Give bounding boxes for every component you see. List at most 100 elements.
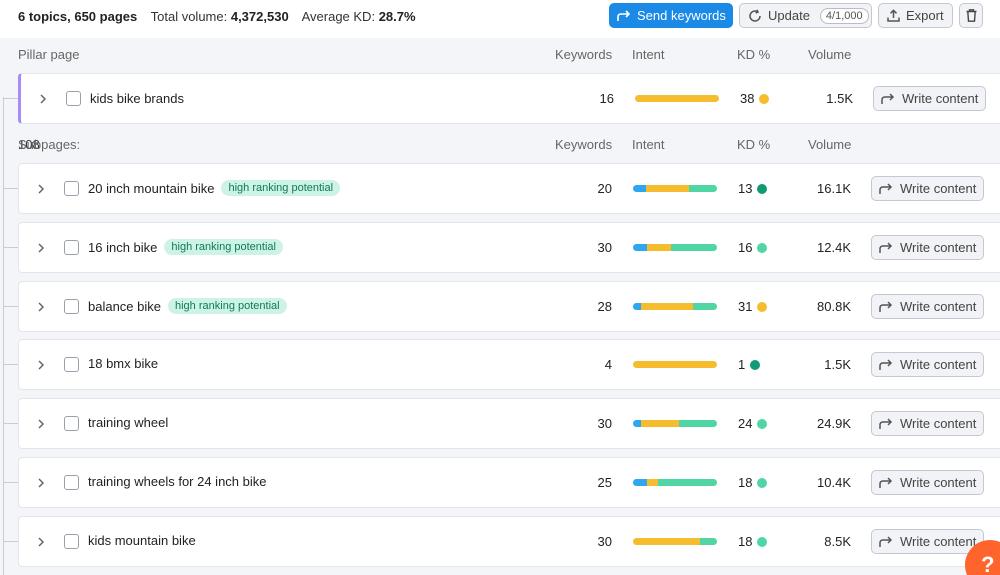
upload-icon — [887, 9, 900, 22]
chevron-right-icon[interactable] — [36, 300, 46, 314]
keyword-text: training wheels for 24 inch bike — [88, 474, 267, 489]
intent-bar — [633, 303, 717, 310]
chevron-right-icon[interactable] — [36, 476, 46, 490]
total-volume-label: Total volume: — [150, 9, 228, 24]
write-content-button[interactable]: Write content — [871, 352, 984, 377]
intent-bar — [633, 420, 717, 427]
chevron-right-icon[interactable] — [36, 417, 46, 431]
subpage-row[interactable]: 16 inch bike high ranking potential 30 16 12… — [18, 222, 1000, 273]
write-content-button[interactable]: Write content — [873, 86, 986, 111]
write-content-button[interactable]: Write content — [871, 470, 984, 495]
subpage-row[interactable]: training wheel 30 24 24.9K Write content — [18, 398, 1000, 449]
write-content-button[interactable]: Write content — [871, 235, 984, 260]
export-button[interactable]: Export — [878, 3, 953, 28]
keyword-text: kids mountain bike — [88, 533, 196, 548]
kd-value: 18 — [738, 534, 768, 549]
chevron-right-icon[interactable] — [38, 92, 48, 106]
average-kd-value: 28.7% — [378, 9, 416, 24]
volume-column-header[interactable]: Volume — [808, 47, 851, 62]
kd-difficulty-dot — [757, 418, 768, 429]
keywords-count: 16 — [599, 91, 614, 106]
share-arrow-icon — [617, 9, 631, 21]
chevron-right-icon[interactable] — [36, 182, 46, 196]
kd-value: 18 — [738, 475, 768, 490]
kd-difficulty-dot — [757, 301, 768, 312]
kd-difficulty-dot — [757, 477, 768, 488]
intent-segment — [658, 479, 717, 486]
tree-branch — [3, 306, 18, 307]
row-checkbox[interactable] — [64, 357, 79, 372]
chevron-right-icon[interactable] — [36, 241, 46, 255]
summary-stats: 6 topics, 650 pages Total volume: 4,372,… — [18, 9, 416, 24]
tree-branch — [3, 423, 18, 424]
row-checkbox[interactable] — [64, 299, 79, 314]
intent-segment — [692, 303, 717, 310]
refresh-icon — [749, 9, 761, 22]
kd-difficulty-dot — [750, 359, 761, 370]
chevron-right-icon[interactable] — [36, 358, 46, 372]
update-button[interactable]: Update 4/1,000 — [739, 3, 872, 28]
tree-branch — [3, 247, 18, 248]
export-label: Export — [906, 8, 944, 23]
kd-number: 18 — [738, 475, 753, 490]
keyword-label: 20 inch mountain bike high ranking potent… — [88, 180, 341, 196]
subpage-row[interactable]: training wheels for 24 inch bike 25 18 10.4… — [18, 457, 1000, 508]
write-content-label: Write content — [900, 416, 977, 431]
intent-column-header[interactable]: Intent — [632, 137, 665, 152]
intent-bar — [633, 538, 717, 545]
delete-button[interactable] — [959, 3, 983, 28]
keywords-count: 30 — [597, 534, 612, 549]
kd-number: 16 — [738, 240, 753, 255]
row-checkbox[interactable] — [66, 91, 81, 106]
share-arrow-icon — [879, 300, 893, 312]
intent-segment — [640, 303, 693, 310]
subpage-row[interactable]: balance bike high ranking potential 28 31 80… — [18, 281, 1000, 332]
keyword-label: 16 inch bike high ranking potential — [88, 239, 283, 255]
write-content-button[interactable]: Write content — [871, 529, 984, 554]
tree-connector — [3, 97, 4, 575]
share-arrow-icon — [879, 358, 893, 370]
kd-number: 13 — [738, 181, 753, 196]
subpage-row[interactable]: 20 inch mountain bike high ranking potent… — [18, 163, 1000, 214]
write-content-button[interactable]: Write content — [871, 294, 984, 319]
kd-column-header[interactable]: KD % — [737, 47, 770, 62]
write-content-button[interactable]: Write content — [871, 411, 984, 436]
intent-column-header[interactable]: Intent — [632, 47, 665, 62]
send-keywords-button[interactable]: Send keywords — [609, 3, 733, 28]
intent-segment — [633, 479, 648, 486]
subpages-table-header: Subpages: 108 Keywords Intent KD % Volum… — [18, 137, 1000, 157]
volume-value: 1.5K — [826, 91, 853, 106]
tree-branch — [3, 98, 18, 99]
intent-segment — [633, 303, 641, 310]
row-checkbox[interactable] — [64, 181, 79, 196]
subpages-heading: Subpages: 108 — [18, 137, 80, 152]
subpage-row[interactable]: 18 bmx bike 4 1 1.5K Write content — [18, 339, 1000, 390]
intent-segment — [635, 95, 719, 102]
keyword-label: training wheels for 24 inch bike — [88, 474, 267, 489]
kd-value: 31 — [738, 299, 768, 314]
keywords-count: 28 — [597, 299, 612, 314]
row-checkbox[interactable] — [64, 475, 79, 490]
volume-value: 10.4K — [817, 475, 851, 490]
keyword-text: training wheel — [88, 415, 169, 430]
update-label: Update — [768, 8, 810, 23]
volume-column-header[interactable]: Volume — [808, 137, 851, 152]
share-arrow-icon — [879, 535, 893, 547]
top-bar: 6 topics, 650 pages Total volume: 4,372,… — [0, 0, 1000, 38]
row-checkbox[interactable] — [64, 416, 79, 431]
write-content-label: Write content — [900, 299, 977, 314]
kd-number: 31 — [738, 299, 753, 314]
keyword-label: balance bike high ranking potential — [88, 298, 287, 314]
kd-column-header[interactable]: KD % — [737, 137, 770, 152]
subpage-row[interactable]: kids mountain bike 30 18 8.5K Write content — [18, 516, 1000, 567]
keywords-column-header[interactable]: Keywords — [555, 47, 612, 62]
chevron-right-icon[interactable] — [36, 535, 46, 549]
pillar-row[interactable]: kids bike brands 16 38 1.5K Write conten… — [18, 73, 1000, 124]
write-content-button[interactable]: Write content — [871, 176, 984, 201]
share-arrow-icon — [879, 182, 893, 194]
write-content-label: Write content — [900, 240, 977, 255]
row-checkbox[interactable] — [64, 534, 79, 549]
volume-value: 8.5K — [824, 534, 851, 549]
keywords-column-header[interactable]: Keywords — [555, 137, 612, 152]
row-checkbox[interactable] — [64, 240, 79, 255]
